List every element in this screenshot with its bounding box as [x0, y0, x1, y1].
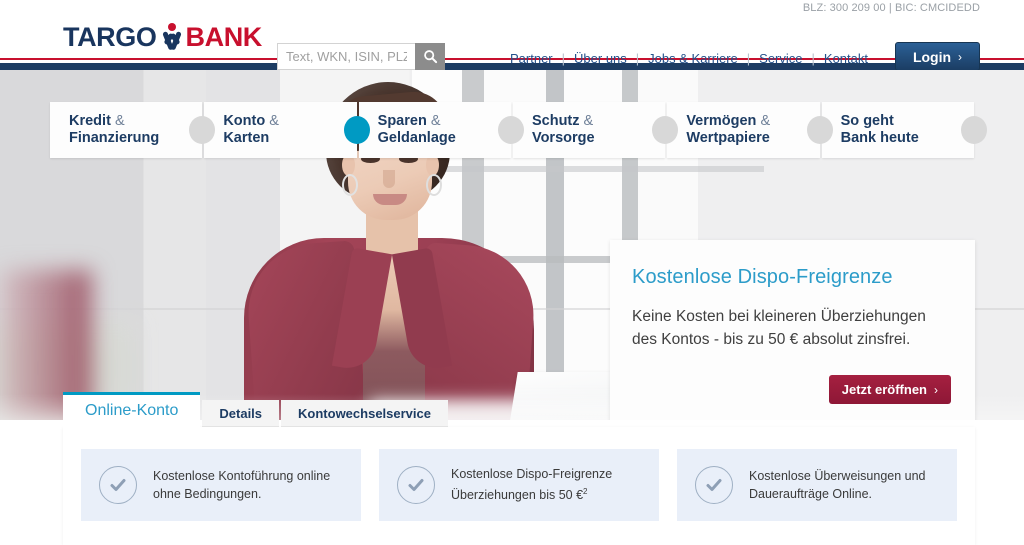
topnav-item-jobs-karriere[interactable]: Jobs & Karriere: [648, 51, 738, 66]
logo-text-targo: TARGO: [63, 21, 157, 52]
tab-label: Online-Konto: [85, 402, 179, 419]
feature-card: Kostenlose Kontoführung online ohne Bedi…: [81, 449, 361, 521]
panel-body: Kostenlose Kontoführung online ohne Bedi…: [63, 427, 975, 545]
check-circle-icon: [695, 466, 733, 504]
nav-label-amp: &: [430, 113, 441, 129]
feature-text: Kostenlose Überweisungen und Daueraufträ…: [749, 467, 926, 503]
top-navigation: Partner | Über uns | Jobs & Karriere | S…: [510, 51, 868, 66]
search-button[interactable]: [415, 43, 445, 70]
feature-footnote-marker: 2: [583, 487, 588, 497]
nav-item-kredit-finanzierung[interactable]: Kredit & Finanzierung: [50, 102, 216, 158]
blz-bic-info: BLZ: 300 209 00 | BIC: CMCIDEDD: [802, 2, 980, 14]
tab-label: Kontowechselservice: [298, 406, 431, 421]
tab-label: Details: [219, 406, 263, 421]
nav-label-line2: Wertpapiere: [686, 130, 770, 146]
nav-label-line2: Geldanlage: [377, 130, 456, 146]
topnav-item-partner[interactable]: Partner: [510, 51, 553, 66]
feature-line2: Daueraufträge Online.: [749, 487, 872, 501]
site-header: TARGO BANK Partner | Über uns: [0, 18, 1024, 71]
topnav-separator: |: [635, 51, 640, 66]
feature-line1: Kostenlose Dispo-Freigrenze: [451, 467, 613, 482]
nav-item-schutz-vorsorge[interactable]: Schutz & Vorsorge: [512, 102, 679, 158]
nav-knob-icon-active: [343, 116, 370, 144]
feature-line2: Überziehungen bis 50 €: [451, 488, 584, 503]
hero-section: Kredit & Finanzierung Konto & Karten Spa…: [0, 70, 1024, 420]
nav-label-amp: &: [269, 113, 279, 129]
nav-label-amp: &: [583, 113, 594, 129]
promo-text-line2: des Kontos - bis zu 50 € absolut zinsfre…: [632, 331, 911, 348]
search-icon: [423, 50, 437, 64]
tab-kontowechselservice[interactable]: Kontowechselservice: [281, 400, 448, 427]
promo-text: Keine Kosten bei kleineren Überziehungen…: [632, 305, 951, 351]
promo-card: Kostenlose Dispo-Freigrenze Keine Kosten…: [610, 240, 975, 420]
nav-label-line1: Konto: [223, 113, 266, 129]
search-area: [277, 43, 445, 70]
feature-card: Kostenlose Dispo-Freigrenze Überziehunge…: [379, 449, 659, 521]
main-navigation: Kredit & Finanzierung Konto & Karten Spa…: [50, 102, 987, 158]
tab-details[interactable]: Details: [202, 400, 280, 427]
check-glyph: [110, 479, 126, 491]
promo-title: Kostenlose Dispo-Freigrenze: [632, 266, 893, 288]
topnav-separator: |: [746, 51, 751, 66]
nav-label-amp: &: [114, 113, 125, 129]
nav-knob-icon: [806, 116, 833, 144]
nav-item-konto-karten[interactable]: Konto & Karten: [204, 102, 370, 158]
nav-label-line1: So geht: [840, 113, 894, 129]
logo-text-bank: BANK: [185, 21, 263, 52]
tab-online-konto[interactable]: Online-Konto: [63, 392, 201, 427]
topnav-separator: |: [811, 51, 815, 66]
feature-text: Kostenlose Kontoführung online ohne Bedi…: [153, 467, 330, 503]
nav-label-line1: Vermögen: [686, 113, 757, 129]
utility-bar: BLZ: 300 209 00 | BIC: CMCIDEDD: [0, 0, 1024, 18]
topnav-separator: |: [561, 51, 566, 66]
nav-label-line1: Kredit: [69, 113, 111, 129]
login-button-label: Login: [912, 48, 952, 65]
check-circle-icon: [397, 466, 435, 504]
feature-line1: Kostenlose Überweisungen und: [749, 469, 926, 483]
nav-item-so-geht-bank-heute[interactable]: So geht Bank heute: [821, 102, 987, 158]
product-tabs: Online-Konto Details Kontowechselservice: [63, 392, 975, 427]
feature-line1: Kostenlose Kontoführung online: [153, 469, 331, 483]
nav-label-line2: Vorsorge: [531, 130, 595, 146]
nav-label-line1: Schutz: [531, 113, 580, 129]
nav-item-vermoegen-wertpapiere[interactable]: Vermögen & Wertpapiere: [667, 102, 833, 158]
nav-label-amp: &: [760, 113, 771, 129]
product-panel: Online-Konto Details Kontowechselservice…: [63, 392, 975, 545]
nav-item-sparen-geldanlage[interactable]: Sparen & Geldanlage: [358, 102, 524, 158]
nav-knob-icon: [960, 116, 987, 144]
topnav-item-service[interactable]: Service: [759, 51, 802, 66]
targobank-logo[interactable]: TARGO BANK: [63, 19, 262, 55]
search-input[interactable]: [277, 43, 415, 70]
topnav-item-kontakt[interactable]: Kontakt: [824, 51, 868, 66]
feature-line2: ohne Bedingungen.: [153, 487, 262, 501]
login-button[interactable]: Login ›: [895, 42, 980, 71]
targobank-figure-icon: [159, 23, 185, 51]
topnav-item-ueber-uns[interactable]: Über uns: [574, 51, 627, 66]
page-root: BLZ: 300 209 00 | BIC: CMCIDEDD TARGO BA…: [0, 0, 1024, 545]
promo-text-line1: Keine Kosten bei kleineren Überziehungen: [632, 308, 926, 325]
nav-knob-icon: [497, 116, 524, 144]
chevron-right-icon: ›: [958, 49, 963, 64]
check-glyph: [706, 479, 722, 491]
feature-text: Kostenlose Dispo-Freigrenze Überziehunge…: [451, 465, 612, 504]
nav-label-line2: Karten: [223, 130, 270, 146]
nav-label-line2: Finanzierung: [69, 130, 160, 146]
nav-label-line1: Sparen: [377, 113, 427, 129]
nav-label-line2: Bank heute: [840, 130, 919, 146]
check-glyph: [408, 479, 424, 491]
feature-card: Kostenlose Überweisungen und Daueraufträ…: [677, 449, 957, 521]
check-circle-icon: [99, 466, 137, 504]
